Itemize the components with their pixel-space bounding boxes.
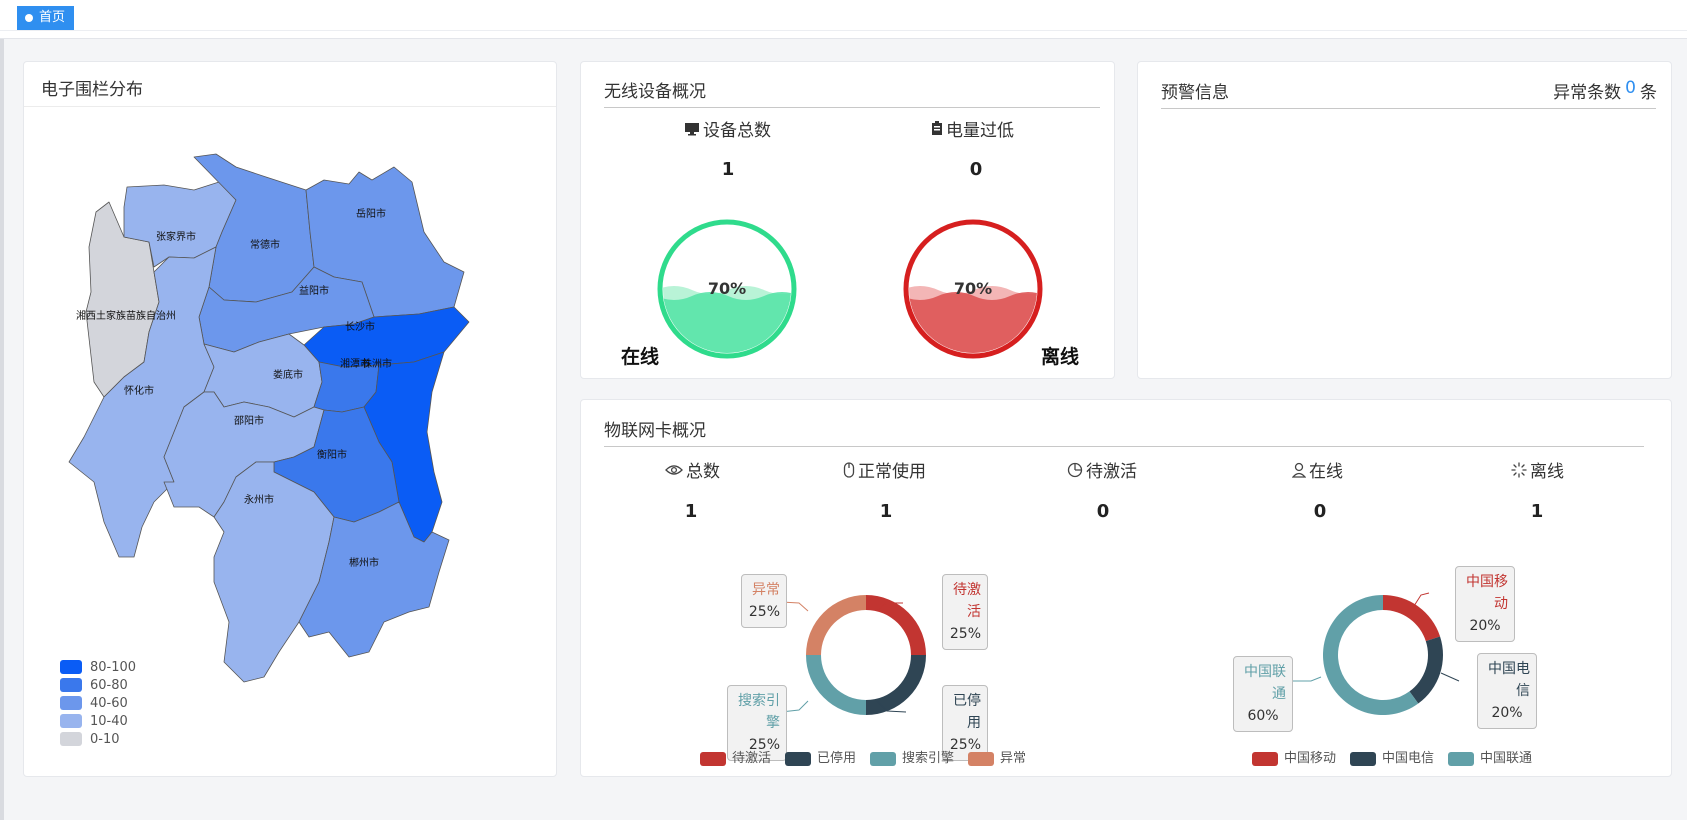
legend-label: 40-60 <box>90 695 128 711</box>
monitor-icon <box>685 122 699 135</box>
map-label-hengyang: 衡阳市 <box>317 448 347 461</box>
map-label-yueyang: 岳阳市 <box>356 207 386 220</box>
iot-card: 物联网卡概况 总数 1 正常使用 1 待激活 0 在线 0 离线 1 待激活 2… <box>580 399 1672 777</box>
map-label-huaihua: 怀化市 <box>124 384 154 397</box>
low-battery-label: 电量过低 <box>931 116 1014 141</box>
region-yongzhou[interactable] <box>213 461 335 683</box>
map-label-xiangxi: 湘西土家族苗族自治州 <box>76 309 176 322</box>
legend-label: 0-10 <box>90 731 120 747</box>
map-legend-item[interactable]: 80-100 <box>60 658 136 676</box>
low-battery-value: 0 <box>969 159 983 180</box>
wireless-title: 无线设备概况 <box>604 82 706 102</box>
device-total-text: 设备总数 <box>703 121 771 141</box>
carrier-legend: 中国移动 中国电信 中国联通 <box>1252 747 1532 766</box>
map-label-zhangjiajie: 张家界市 <box>156 230 196 243</box>
legend-telecom-label: 中国电信 <box>1382 751 1435 766</box>
wireless-card: 无线设备概况 设备总数 1 电量过低 0 70% 在线 70% 离线 <box>580 61 1115 379</box>
alert-count-suffix: 条 <box>1640 83 1657 103</box>
device-total-value: 1 <box>721 159 735 180</box>
callout-mobile-name: 中国移动 <box>1466 574 1508 612</box>
callout-unicom-value: 60% <box>1247 708 1279 724</box>
callout-telecom-value: 20% <box>1491 705 1523 721</box>
alert-card: 预警信息 异常条数 0 条 <box>1137 61 1672 379</box>
legend-item-unicom[interactable]: 中国联通 <box>1448 747 1532 766</box>
legend-mobile-label: 中国移动 <box>1284 751 1337 766</box>
legend-item-mobile[interactable]: 中国移动 <box>1252 747 1336 766</box>
battery-icon <box>932 121 942 135</box>
wireless-divider <box>604 107 1100 108</box>
map-label-yiyang: 益阳市 <box>299 284 329 297</box>
callout-telecom-name: 中国电信 <box>1488 661 1530 699</box>
map-legend-item[interactable]: 0-10 <box>60 730 136 748</box>
tab-home[interactable]: 首页 <box>17 6 75 30</box>
offline-gauge-percent: 70% <box>954 279 992 298</box>
low-battery-text: 电量过低 <box>946 121 1014 141</box>
legend-label: 80-100 <box>90 659 137 675</box>
legend-label: 60-80 <box>90 677 128 693</box>
legend-swatch <box>60 732 82 746</box>
offline-gauge[interactable]: 70% <box>902 218 1044 360</box>
callout-unicom-name: 中国联通 <box>1244 664 1286 702</box>
map-label-chenzhou: 郴州市 <box>349 556 379 569</box>
offline-label: 离线 <box>1041 346 1080 368</box>
map-legend-item[interactable]: 40-60 <box>60 694 136 712</box>
callout-mobile: 中国移动 20% <box>1455 566 1515 642</box>
alert-title: 预警信息 <box>1161 83 1229 103</box>
map-label-yongzhou: 永州市 <box>244 493 274 506</box>
map-legend-item[interactable]: 10-40 <box>60 712 136 730</box>
map-label-changde: 常德市 <box>250 238 280 251</box>
map-label-zhuzhou: 株洲市 <box>362 357 392 370</box>
online-label: 在线 <box>621 346 660 368</box>
alert-count-prefix: 异常条数 <box>1553 83 1622 103</box>
map-label-loudi: 娄底市 <box>273 368 303 381</box>
legend-swatch <box>60 714 82 728</box>
legend-label: 10-40 <box>90 713 128 729</box>
online-gauge[interactable]: 70% <box>656 218 798 360</box>
map-label-changsha: 长沙市 <box>345 320 375 333</box>
callout-unicom: 中国联通 60% <box>1233 656 1293 732</box>
legend-swatch <box>60 660 82 674</box>
fence-map-card: 电子围栏分布 张家界市 常德市 岳阳市 益阳市 湘西土家族苗族自治州 长沙市 怀… <box>23 61 557 777</box>
alert-count: 异常条数 0 条 <box>1553 78 1657 103</box>
legend-swatch <box>60 678 82 692</box>
alert-count-value[interactable]: 0 <box>1625 78 1636 103</box>
alert-divider <box>1161 108 1656 109</box>
legend-swatch <box>60 696 82 710</box>
legend-unicom-label: 中国联通 <box>1480 751 1533 766</box>
tab-home-label: 首页 <box>39 10 66 25</box>
legend-item-telecom[interactable]: 中国电信 <box>1350 747 1434 766</box>
tab-bar: 首页 <box>0 0 1687 39</box>
device-total-label: 设备总数 <box>684 116 771 141</box>
map-legend-item[interactable]: 60-80 <box>60 676 136 694</box>
online-gauge-percent: 70% <box>708 279 746 298</box>
tab-bar-divider <box>0 30 1687 31</box>
callout-mobile-value: 20% <box>1469 618 1501 634</box>
window-left-edge <box>0 0 4 820</box>
map-label-shaoyang: 邵阳市 <box>234 414 264 427</box>
map-legend: 80-100 60-80 40-60 10-40 0-10 <box>60 658 136 748</box>
callout-telecom: 中国电信 20% <box>1477 653 1537 729</box>
active-dot-icon <box>25 14 33 22</box>
